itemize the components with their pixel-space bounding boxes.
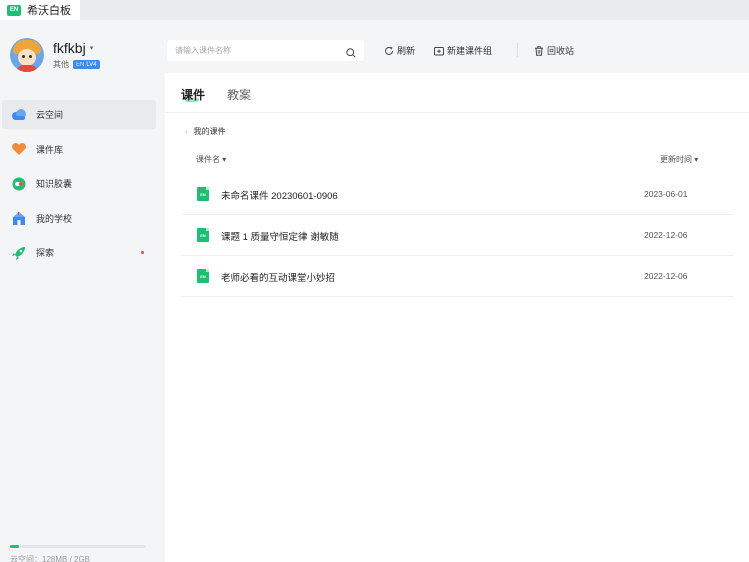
title-bar: EN 希沃白板	[0, 0, 749, 20]
sidebar-item-label: 我的学校	[36, 213, 73, 224]
sidebar-item-school[interactable]: 我的学校	[2, 204, 156, 233]
cloud-icon	[11, 108, 27, 122]
capsule-icon	[11, 177, 27, 191]
breadcrumb: ‹ 我的课件	[185, 126, 226, 137]
recycle-label: 回收站	[547, 46, 575, 56]
new-folder-icon	[434, 46, 444, 55]
sidebar-item-label: 探索	[36, 248, 55, 258]
heart-library-icon	[11, 142, 27, 156]
sidebar-item-cloud[interactable]: 云空间	[2, 100, 156, 129]
profile[interactable]: fkfkbj ▾ 其他 EN LV4	[10, 38, 100, 72]
storage-bar	[10, 545, 146, 548]
tab-lesson-plan[interactable]: 教案	[227, 86, 251, 103]
caret-down-icon[interactable]: ▾	[90, 44, 94, 52]
badge-icon: EN	[76, 61, 85, 68]
avatar[interactable]	[10, 38, 44, 72]
sidebar-item-label: 云空间	[36, 110, 64, 120]
recycle-bin-button[interactable]: 回收站	[534, 44, 574, 57]
storage-fill	[10, 545, 19, 548]
new-group-label: 新建课件组	[447, 46, 493, 56]
notification-dot	[141, 251, 144, 254]
breadcrumb-item[interactable]: 我的课件	[194, 126, 226, 137]
refresh-label: 刷新	[397, 46, 416, 56]
sidebar-item-label: 知识胶囊	[36, 179, 73, 189]
courseware-file-icon: EN	[197, 187, 209, 201]
app-tab[interactable]: EN 希沃白板	[0, 0, 80, 20]
column-header-date[interactable]: 更新时间 ▾	[660, 154, 698, 165]
sidebar-item-label: 课件库	[36, 144, 64, 155]
search-box	[167, 40, 364, 61]
toolbar-divider	[517, 43, 518, 57]
tabs: 课件 教案	[165, 73, 749, 113]
refresh-button[interactable]: 刷新	[384, 44, 415, 57]
table-row[interactable]: EN 未命名课件 20230601-0906 2023-06-01	[181, 174, 734, 215]
file-name[interactable]: 课题 1 质量守恒定律 谢敏随	[221, 229, 339, 243]
file-date: 2022-12-06	[644, 271, 688, 281]
refresh-icon	[385, 46, 393, 55]
username[interactable]: fkfkbj	[53, 40, 86, 56]
table-row[interactable]: EN 老师必看的互动课堂小妙招 2022-12-06	[181, 256, 734, 297]
search-input[interactable]	[175, 46, 340, 55]
file-date: 2023-06-01	[644, 189, 688, 199]
new-group-button[interactable]: 新建课件组	[434, 44, 492, 57]
sidebar-item-library[interactable]: 课件库	[2, 135, 156, 164]
rocket-icon	[11, 246, 27, 260]
column-header-name[interactable]: 课件名 ▾	[196, 154, 226, 165]
main-content: 课件 教案 ‹ 我的课件 课件名 ▾ 更新时间 ▾ EN 未命名课件 20230…	[165, 73, 749, 562]
chevron-left-icon[interactable]: ‹	[185, 127, 188, 136]
table-row[interactable]: EN 课题 1 质量守恒定律 谢敏随 2022-12-06	[181, 215, 734, 256]
tab-courseware[interactable]: 课件	[181, 86, 205, 103]
sidebar-item-capsule[interactable]: 知识胶囊	[2, 169, 156, 198]
courseware-file-icon: EN	[197, 269, 209, 283]
level-label: LV4	[86, 61, 97, 68]
sidebar-item-explore[interactable]: 探索	[2, 238, 156, 267]
app-title: 希沃白板	[27, 5, 71, 17]
app-logo-icon: EN	[7, 4, 21, 16]
file-date: 2022-12-06	[644, 230, 688, 240]
level-badge: EN LV4	[73, 60, 100, 69]
file-name[interactable]: 未命名课件 20230601-0906	[221, 188, 338, 202]
sidebar-nav: 云空间 课件库 知识胶囊 我的学校 探索	[2, 100, 156, 273]
toolbar: 刷新 新建课件组 回收站	[165, 20, 749, 73]
file-name[interactable]: 老师必看的互动课堂小妙招	[221, 270, 335, 284]
school-icon	[11, 211, 27, 225]
sidebar: fkfkbj ▾ 其他 EN LV4 云空间 课件库 知识胶囊 我的学校 探索 …	[0, 20, 165, 562]
storage-text: 云空间：128MB / 2GB	[10, 555, 91, 562]
courseware-file-icon: EN	[197, 228, 209, 242]
trash-icon	[535, 45, 543, 56]
user-role: 其他	[53, 60, 69, 69]
search-icon[interactable]	[346, 45, 356, 58]
